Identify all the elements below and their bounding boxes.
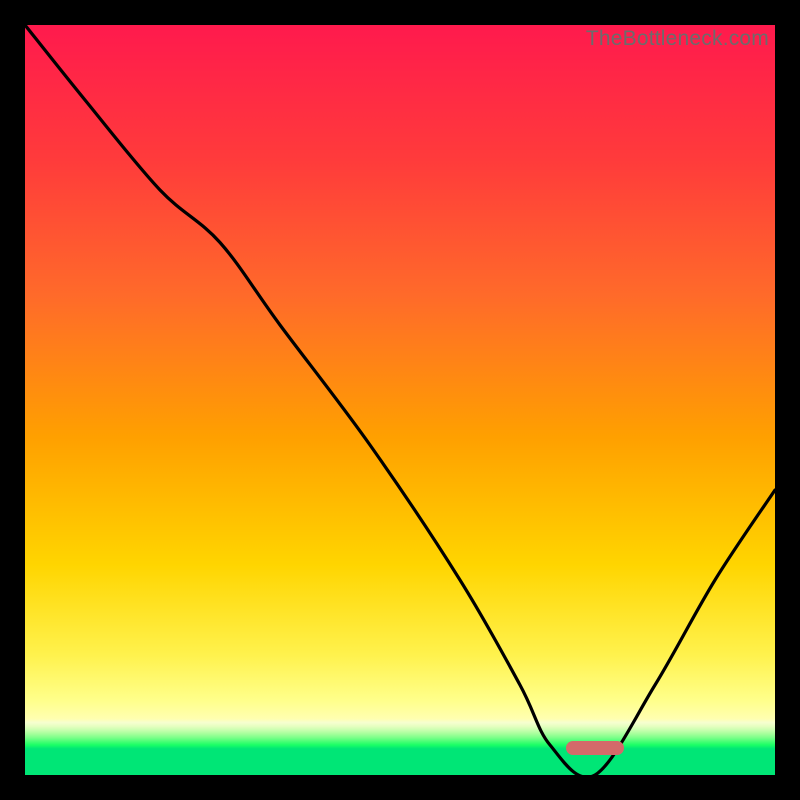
bottleneck-curve bbox=[25, 25, 775, 775]
chart-frame: TheBottleneck.com bbox=[20, 20, 780, 780]
trough-marker bbox=[566, 741, 624, 755]
chart-plot-area: TheBottleneck.com bbox=[25, 25, 775, 775]
